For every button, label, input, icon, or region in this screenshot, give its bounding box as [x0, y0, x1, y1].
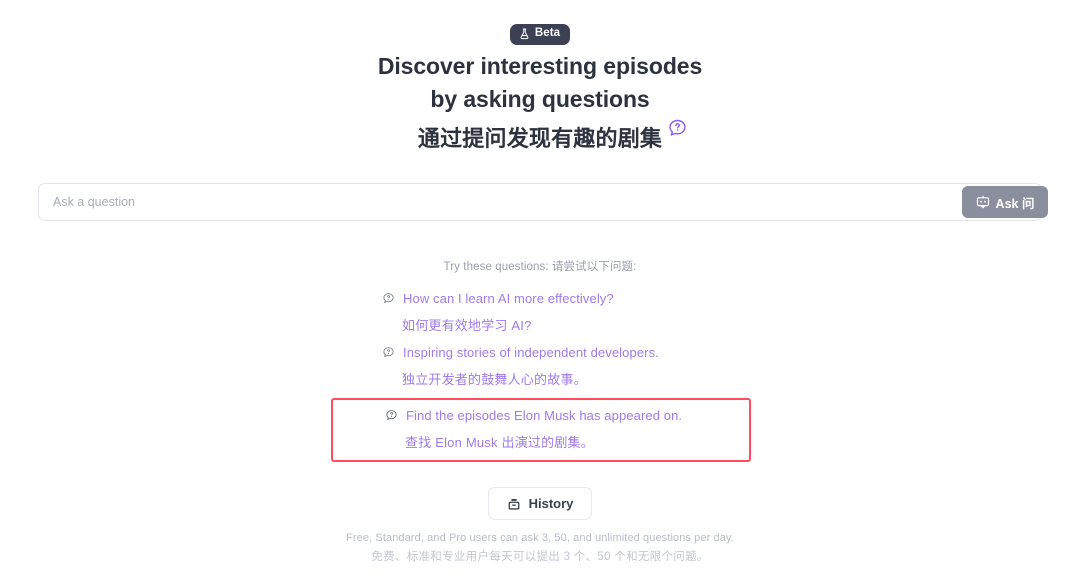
suggestion-text-cn[interactable]: 独立开发者的鼓舞人心的故事。	[330, 371, 750, 389]
ask-button-label: Ask 问	[995, 196, 1035, 211]
footer-text-en: Free, Standard, and Pro users can ask 3,…	[346, 532, 734, 544]
heading-line-cn: 通过提问发现有趣的剧集	[417, 126, 663, 152]
heading-line-1: Discover interesting episodes	[377, 53, 703, 79]
footer: Free, Standard, and Pro users can ask 3,…	[0, 530, 1080, 567]
suggestion-text-en[interactable]: Find the episodes Elon Musk has appeared…	[406, 407, 682, 425]
page-title: Discover interesting episodes by asking …	[0, 50, 1080, 155]
suggestion-item-1[interactable]: How can I learn AI more effectively? 如何更…	[330, 286, 750, 340]
suggestion-text-cn[interactable]: 查找 Elon Musk 出演过的剧集。	[333, 434, 749, 452]
suggestions-list: How can I learn AI more effectively? 如何更…	[0, 286, 1080, 463]
suggestion-text-en[interactable]: Inspiring stories of independent develop…	[403, 344, 659, 362]
history-button[interactable]: History	[487, 487, 593, 520]
flask-icon	[519, 28, 530, 40]
archive-box-icon	[507, 497, 521, 511]
beta-badge-container: Beta	[0, 24, 1080, 45]
question-bubble-icon	[382, 346, 395, 359]
suggestion-row: Inspiring stories of independent develop…	[330, 344, 750, 362]
beta-badge-label: Beta	[534, 27, 561, 40]
suggestion-item-3[interactable]: Find the episodes Elon Musk has appeared…	[331, 398, 751, 463]
suggestion-text-cn[interactable]: 如何更有效地学习 AI?	[330, 317, 750, 335]
search-bar[interactable]	[38, 183, 1042, 221]
search-input[interactable]	[39, 184, 1041, 220]
suggestion-item-2[interactable]: Inspiring stories of independent develop…	[330, 340, 750, 394]
suggestion-row: Find the episodes Elon Musk has appeared…	[333, 407, 749, 425]
heading-line-2: by asking questions	[430, 86, 650, 113]
ask-button[interactable]: Ask 问	[962, 186, 1048, 218]
beta-badge: Beta	[509, 24, 571, 45]
page-root: Beta Discover interesting episodes by as…	[0, 0, 1080, 576]
question-bubble-icon	[382, 292, 395, 305]
suggestions-heading: Try these questions: 请尝试以下问题:	[443, 261, 637, 273]
message-bubble-icon	[976, 195, 990, 209]
question-bubble-icon	[385, 409, 398, 422]
suggestion-row: How can I learn AI more effectively?	[330, 290, 750, 308]
history-button-label: History	[528, 496, 574, 511]
question-bubble-icon	[667, 118, 688, 139]
footer-text-cn: 免费、标准和专业用户每天可以提出 3 个、50 个和无限个问题。	[371, 550, 709, 563]
heading-line-cn-wrapper: 通过提问发现有趣的剧集	[417, 119, 686, 155]
history-button-container: History	[0, 487, 1080, 520]
suggestion-text-en[interactable]: How can I learn AI more effectively?	[403, 290, 614, 308]
